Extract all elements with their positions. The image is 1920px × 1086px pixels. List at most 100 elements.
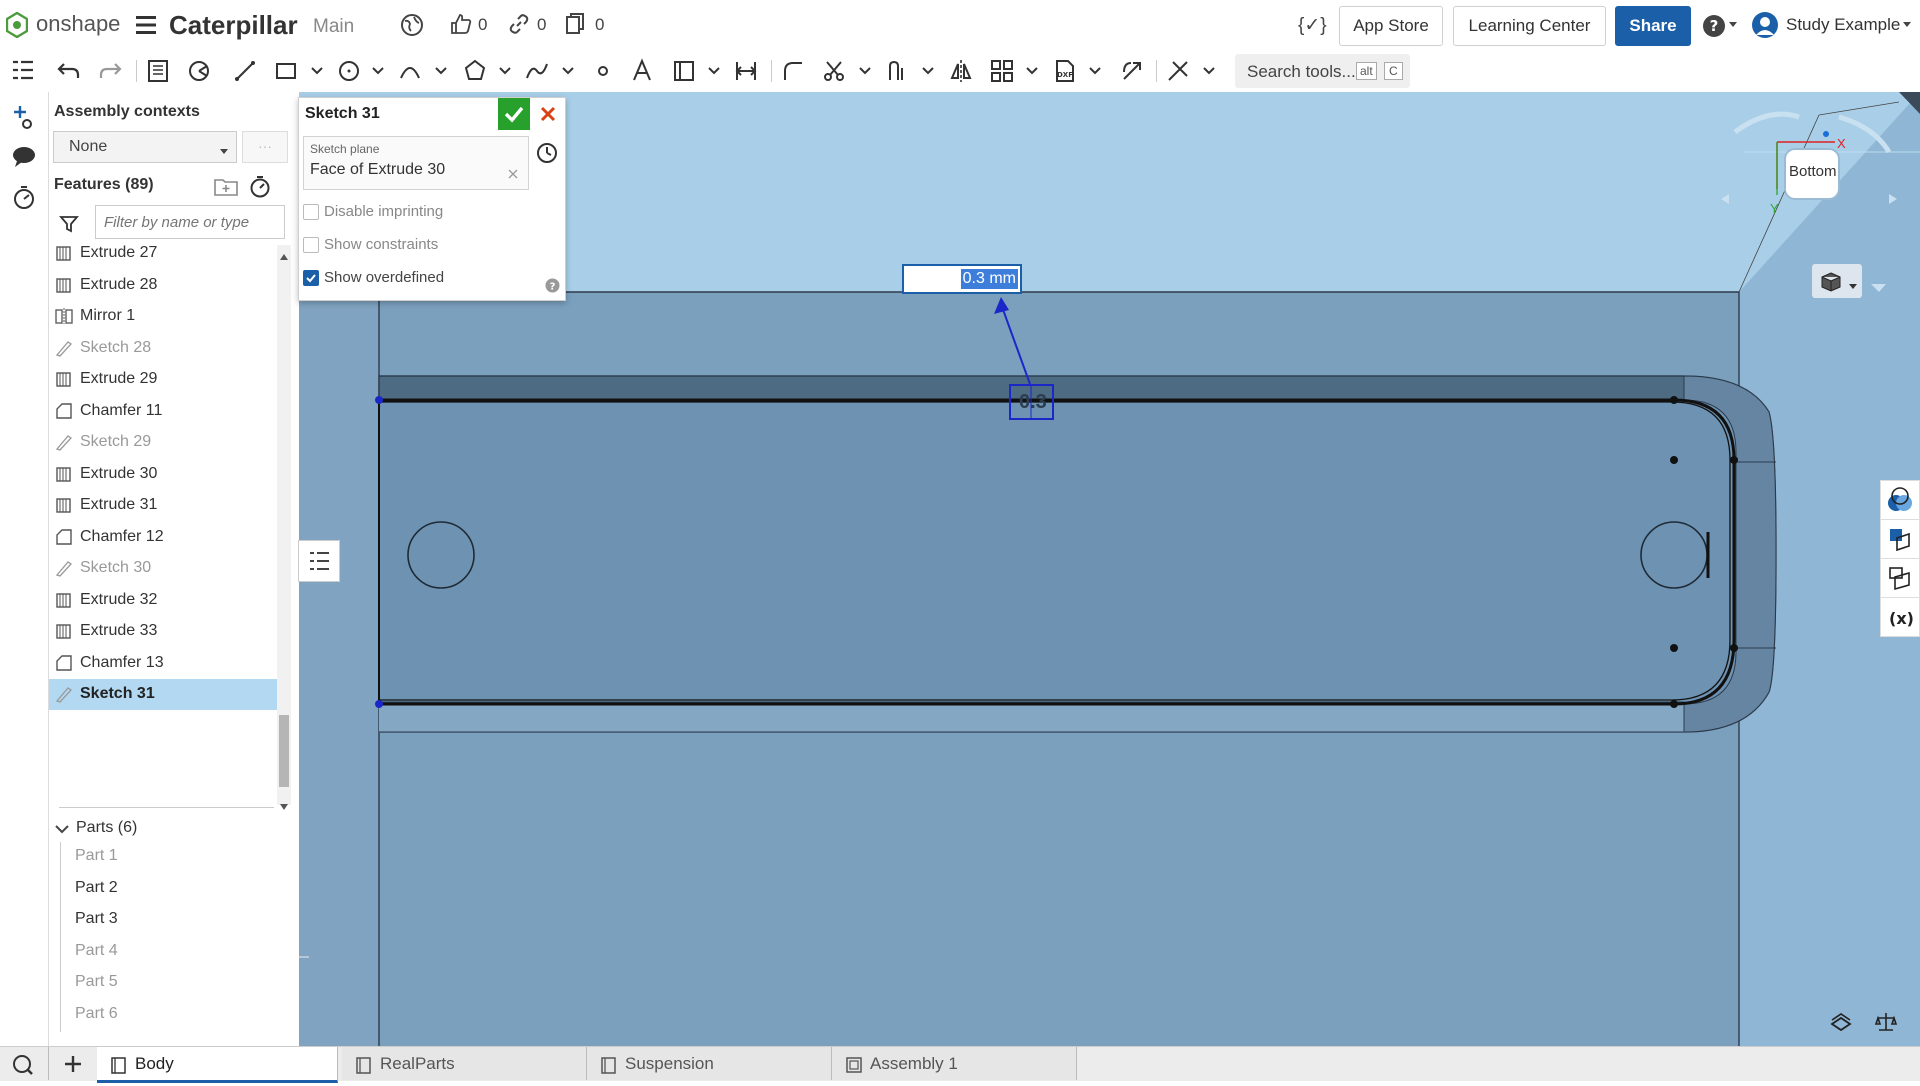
point-tool-icon[interactable]	[590, 58, 616, 84]
dimension-input-box[interactable]: 0.3 mm	[902, 264, 1022, 294]
user-avatar-icon[interactable]	[1751, 11, 1779, 39]
feature-list-scrollbar[interactable]	[277, 245, 291, 810]
part-item[interactable]: Part 5	[75, 973, 118, 991]
insert-chevron-down-icon[interactable]	[707, 63, 721, 77]
parts-chevron-down-icon[interactable]	[55, 821, 69, 839]
rollback-bar[interactable]	[59, 807, 274, 808]
option-checkbox[interactable]	[303, 270, 319, 286]
part-studio-panel-icon[interactable]	[1880, 519, 1920, 559]
pattern-chevron-down-icon[interactable]	[1025, 63, 1039, 77]
dimension-value-label[interactable]: 0.3	[1019, 391, 1047, 414]
feature-filter-input[interactable]	[95, 205, 285, 239]
scroll-up-arrow-icon[interactable]	[280, 247, 288, 265]
feature-item[interactable]: Sketch 29	[49, 427, 277, 458]
option-checkbox[interactable]	[303, 237, 319, 253]
app-store-button[interactable]: App Store	[1339, 6, 1443, 46]
offset-chevron-down-icon[interactable]	[921, 63, 935, 77]
tab-body[interactable]: Body	[97, 1047, 338, 1083]
spline-tool-icon[interactable]	[524, 58, 550, 84]
use-icon[interactable]	[145, 58, 171, 84]
rollback-timer-icon[interactable]	[249, 174, 271, 203]
section-view-icon[interactable]	[1829, 1010, 1853, 1039]
help-icon[interactable]: ?	[1702, 14, 1726, 38]
feature-item[interactable]: Extrude 28	[49, 270, 277, 301]
sketch-plane-field[interactable]: Sketch plane Face of Extrude 30	[303, 136, 529, 190]
variables-panel-icon[interactable]: (x)	[1880, 597, 1920, 637]
rectangle-tool-icon[interactable]	[273, 58, 299, 84]
branch-label[interactable]: Main	[313, 16, 354, 38]
construction-tool-icon[interactable]	[1165, 58, 1191, 84]
dxf-import-icon[interactable]: DXF	[1052, 58, 1078, 84]
circle-tool-icon[interactable]	[336, 58, 362, 84]
part-item[interactable]: Part 6	[75, 1005, 118, 1023]
measure-icon[interactable]	[1874, 1010, 1898, 1039]
like-icon[interactable]	[449, 12, 473, 36]
rectangle-chevron-down-icon[interactable]	[310, 63, 324, 77]
view-cube-face-label[interactable]: Bottom	[1789, 163, 1837, 180]
feature-item[interactable]: Sketch 28	[49, 333, 277, 364]
scroll-down-arrow-icon[interactable]	[280, 797, 288, 815]
assembly-context-select[interactable]: None	[53, 131, 237, 163]
view-tab-manager-icon[interactable]	[0, 1047, 49, 1080]
feature-item[interactable]: Extrude 27	[49, 245, 277, 269]
insert-image-icon[interactable]	[671, 58, 697, 84]
sketch-toggle-button[interactable]	[298, 540, 340, 582]
transform-tool-icon[interactable]	[1119, 58, 1145, 84]
trim-chevron-down-icon[interactable]	[858, 63, 872, 77]
dxf-chevron-down-icon[interactable]	[1088, 63, 1102, 77]
dialog-help-icon[interactable]: ?	[545, 278, 560, 298]
confirm-button[interactable]	[498, 98, 530, 130]
part-item[interactable]: Part 4	[75, 942, 118, 960]
undo-icon[interactable]	[56, 58, 82, 84]
feature-item[interactable]: Chamfer 11	[49, 396, 277, 427]
dimension-tool-icon[interactable]	[733, 58, 759, 84]
feature-list-icon[interactable]	[10, 58, 36, 84]
sketch-option[interactable]: Disable imprinting	[299, 202, 539, 226]
onshape-logo-icon[interactable]	[6, 12, 28, 38]
sketch-option[interactable]: Show constraints	[299, 235, 539, 259]
line-tool-icon[interactable]	[232, 58, 258, 84]
view-options-button[interactable]	[1812, 264, 1862, 298]
tab-assembly-1[interactable]: Assembly 1	[832, 1047, 1077, 1080]
add-folder-icon[interactable]	[214, 176, 238, 201]
feature-item[interactable]: Mirror 1	[49, 301, 277, 332]
feature-item[interactable]: Chamfer 12	[49, 522, 277, 553]
pattern-tool-icon[interactable]	[989, 58, 1015, 84]
user-name[interactable]: Study Example	[1786, 15, 1900, 35]
document-title[interactable]: Caterpillar	[169, 10, 298, 41]
assembly-context-more-button[interactable]: ···	[242, 131, 288, 163]
appearance-panel-icon[interactable]	[1880, 480, 1920, 520]
feature-item[interactable]: Extrude 30	[49, 459, 277, 490]
redo-icon[interactable]	[97, 58, 123, 84]
help-chevron-down-icon[interactable]	[1728, 21, 1738, 29]
search-tools-box[interactable]: Search tools... alt C	[1235, 54, 1410, 88]
learning-center-button[interactable]: Learning Center	[1453, 6, 1606, 46]
tab-suspension[interactable]: Suspension	[587, 1047, 832, 1080]
part-item[interactable]: Part 3	[75, 910, 118, 928]
offset-tool-icon[interactable]	[885, 58, 911, 84]
polygon-chevron-down-icon[interactable]	[498, 63, 512, 77]
fillet-tool-icon[interactable]	[780, 58, 806, 84]
add-feature-icon[interactable]	[11, 104, 37, 135]
globe-icon[interactable]	[400, 13, 424, 37]
sketch-option[interactable]: Show overdefined	[299, 268, 539, 292]
hamburger-menu-icon[interactable]	[136, 16, 156, 34]
option-checkbox[interactable]	[303, 204, 319, 220]
feature-item[interactable]: Extrude 32	[49, 585, 277, 616]
share-button[interactable]: Share	[1615, 6, 1691, 46]
spline-chevron-down-icon[interactable]	[561, 63, 575, 77]
custom-features-icon[interactable]: {✓}	[1298, 14, 1327, 37]
part-item[interactable]: Part 2	[75, 879, 118, 897]
filter-funnel-icon[interactable]	[59, 214, 79, 239]
polygon-tool-icon[interactable]	[462, 58, 488, 84]
clear-plane-icon[interactable]	[508, 166, 518, 184]
view-normal-icon[interactable]	[535, 141, 559, 170]
feature-item[interactable]: Sketch 31	[49, 679, 277, 710]
add-tab-button[interactable]	[49, 1047, 98, 1080]
arc-tool-icon[interactable]	[397, 58, 423, 84]
history-timer-icon[interactable]	[11, 184, 37, 215]
arc-chevron-down-icon[interactable]	[434, 63, 448, 77]
dimension-input-value[interactable]: 0.3 mm	[960, 269, 1018, 289]
comments-icon[interactable]	[11, 144, 37, 175]
feature-item[interactable]: Sketch 30	[49, 553, 277, 584]
